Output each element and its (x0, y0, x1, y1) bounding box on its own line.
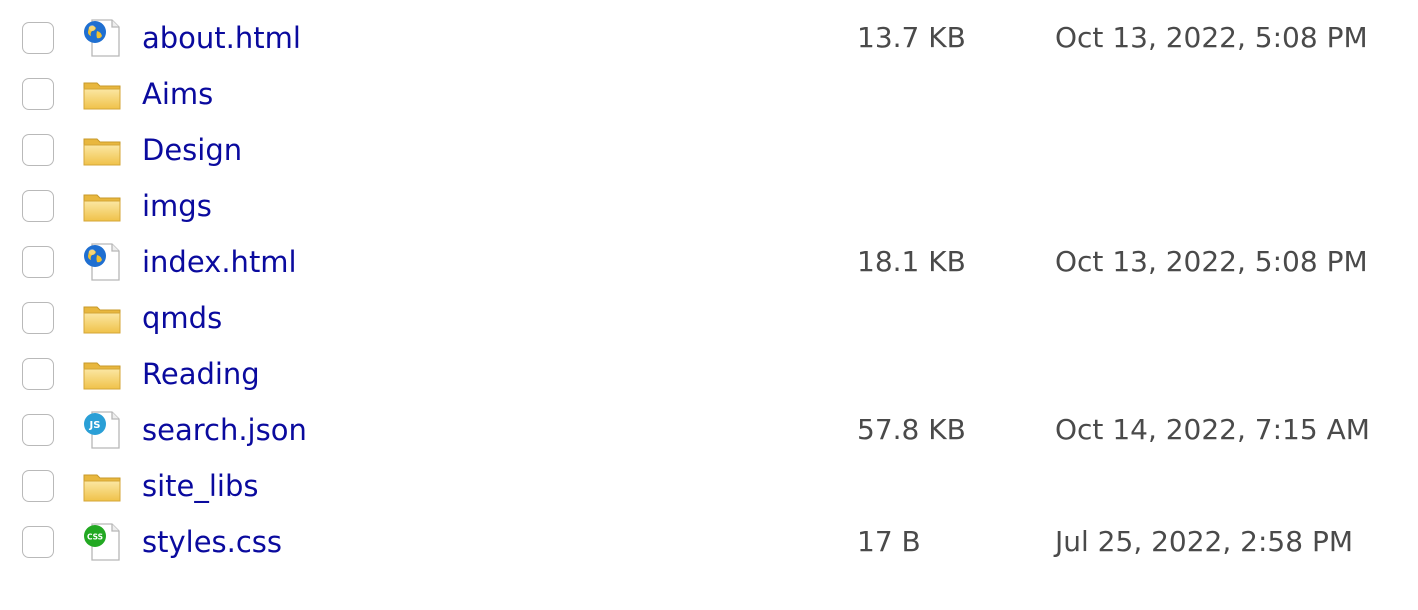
file-row[interactable]: index.html 18.1 KB Oct 13, 2022, 5:08 PM (0, 234, 1418, 290)
file-name-link[interactable]: Reading (142, 346, 260, 402)
css-file-icon: CSS (82, 522, 124, 562)
select-checkbox[interactable] (22, 134, 54, 166)
folder-icon (82, 298, 124, 338)
globe-file-icon (82, 242, 124, 282)
file-row[interactable]: Aims (0, 66, 1418, 122)
js-file-icon: JS (82, 410, 124, 450)
file-row[interactable]: about.html 13.7 KB Oct 13, 2022, 5:08 PM (0, 10, 1418, 66)
file-modified-date: Oct 13, 2022, 5:08 PM (1055, 245, 1368, 278)
svg-text:JS: JS (89, 420, 101, 431)
folder-icon (82, 466, 124, 506)
select-checkbox[interactable] (22, 302, 54, 334)
folder-icon (82, 354, 124, 394)
file-name-link[interactable]: search.json (142, 402, 307, 458)
select-checkbox[interactable] (22, 414, 54, 446)
folder-icon (82, 74, 124, 114)
file-name-link[interactable]: imgs (142, 178, 212, 234)
file-list: about.html 13.7 KB Oct 13, 2022, 5:08 PM A… (0, 0, 1418, 610)
file-row[interactable]: JS search.json 57.8 KB Oct 14, 2022, 7:15 … (0, 402, 1418, 458)
file-name-link[interactable]: styles.css (142, 514, 282, 570)
folder-icon (82, 130, 124, 170)
file-size: 17 B (857, 525, 921, 558)
svg-text:CSS: CSS (87, 533, 103, 542)
file-size: 57.8 KB (857, 413, 966, 446)
select-checkbox[interactable] (22, 22, 54, 54)
file-row[interactable]: imgs (0, 178, 1418, 234)
select-checkbox[interactable] (22, 526, 54, 558)
file-row[interactable]: site_libs (0, 458, 1418, 514)
file-modified-date: Oct 14, 2022, 7:15 AM (1055, 413, 1370, 446)
file-name-link[interactable]: about.html (142, 10, 301, 66)
file-row[interactable]: Design (0, 122, 1418, 178)
select-checkbox[interactable] (22, 78, 54, 110)
folder-icon (82, 186, 124, 226)
file-modified-date: Oct 13, 2022, 5:08 PM (1055, 21, 1368, 54)
globe-file-icon (82, 18, 124, 58)
file-name-link[interactable]: Aims (142, 66, 213, 122)
file-size: 18.1 KB (857, 245, 966, 278)
select-checkbox[interactable] (22, 246, 54, 278)
file-name-link[interactable]: site_libs (142, 458, 259, 514)
file-size: 13.7 KB (857, 21, 966, 54)
file-modified-date: Jul 25, 2022, 2:58 PM (1055, 525, 1353, 558)
file-row[interactable]: Reading (0, 346, 1418, 402)
file-row[interactable]: CSS styles.css 17 B Jul 25, 2022, 2:58 PM (0, 514, 1418, 570)
file-row[interactable]: qmds (0, 290, 1418, 346)
file-name-link[interactable]: index.html (142, 234, 297, 290)
select-checkbox[interactable] (22, 358, 54, 390)
select-checkbox[interactable] (22, 190, 54, 222)
select-checkbox[interactable] (22, 470, 54, 502)
file-name-link[interactable]: Design (142, 122, 242, 178)
file-name-link[interactable]: qmds (142, 290, 222, 346)
